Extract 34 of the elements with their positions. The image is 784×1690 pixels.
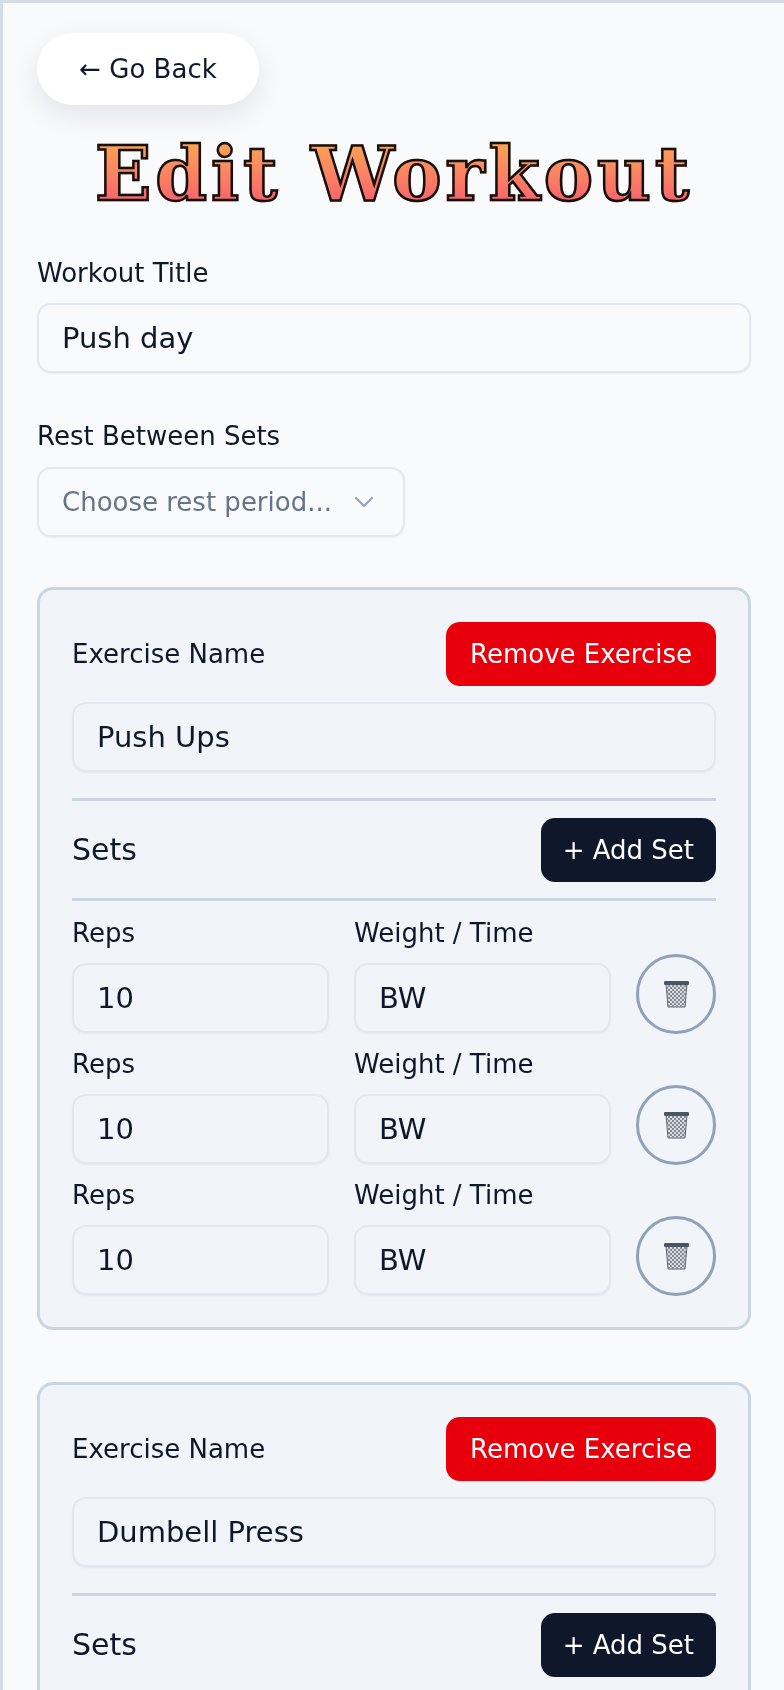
- reps-input[interactable]: 10: [72, 963, 329, 1033]
- delete-set-button[interactable]: [636, 1216, 716, 1296]
- section-heading: Sets: [72, 832, 137, 868]
- section-heading: Sets: [72, 1627, 137, 1663]
- reps-input[interactable]: 10: [72, 1094, 329, 1164]
- field-label: Exercise Name: [72, 1434, 266, 1464]
- field-label: Weight / Time: [354, 1181, 535, 1209]
- back-button[interactable]: ← Go Back: [37, 33, 259, 105]
- wastebasket-icon: [662, 1242, 690, 1270]
- wastebasket-icon: [662, 980, 690, 1008]
- field-label: Rest Between Sets: [37, 421, 282, 451]
- weight-input[interactable]: BW: [354, 963, 611, 1033]
- field-label: Workout Title: [37, 258, 210, 288]
- reps-input[interactable]: 10: [72, 1225, 329, 1295]
- field-label: Weight / Time: [354, 1050, 535, 1078]
- field-label: Reps: [72, 1181, 136, 1209]
- weight-input[interactable]: BW: [354, 1225, 611, 1295]
- wastebasket-icon: [662, 1111, 690, 1139]
- remove-exercise-button[interactable]: Remove Exercise: [446, 622, 716, 686]
- add-set-button[interactable]: + Add Set: [540, 1613, 716, 1677]
- delete-set-button[interactable]: [636, 1085, 716, 1165]
- field-label: Exercise Name: [72, 639, 266, 669]
- field-label: Reps: [72, 919, 136, 947]
- weight-input[interactable]: BW: [354, 1094, 611, 1164]
- workout-title-input[interactable]: Push day: [37, 303, 751, 373]
- delete-set-button[interactable]: [636, 954, 716, 1034]
- add-set-button[interactable]: + Add Set: [540, 818, 716, 882]
- field-label: Weight / Time: [354, 919, 535, 947]
- remove-exercise-button[interactable]: Remove Exercise: [446, 1417, 716, 1481]
- chevron-down-icon: [355, 497, 373, 507]
- field-label: Reps: [72, 1050, 136, 1078]
- exercise-name-input[interactable]: Push Ups: [72, 702, 716, 772]
- rest-period-select[interactable]: Choose rest period...: [37, 467, 405, 537]
- exercise-name-input[interactable]: Dumbell Press: [72, 1497, 716, 1567]
